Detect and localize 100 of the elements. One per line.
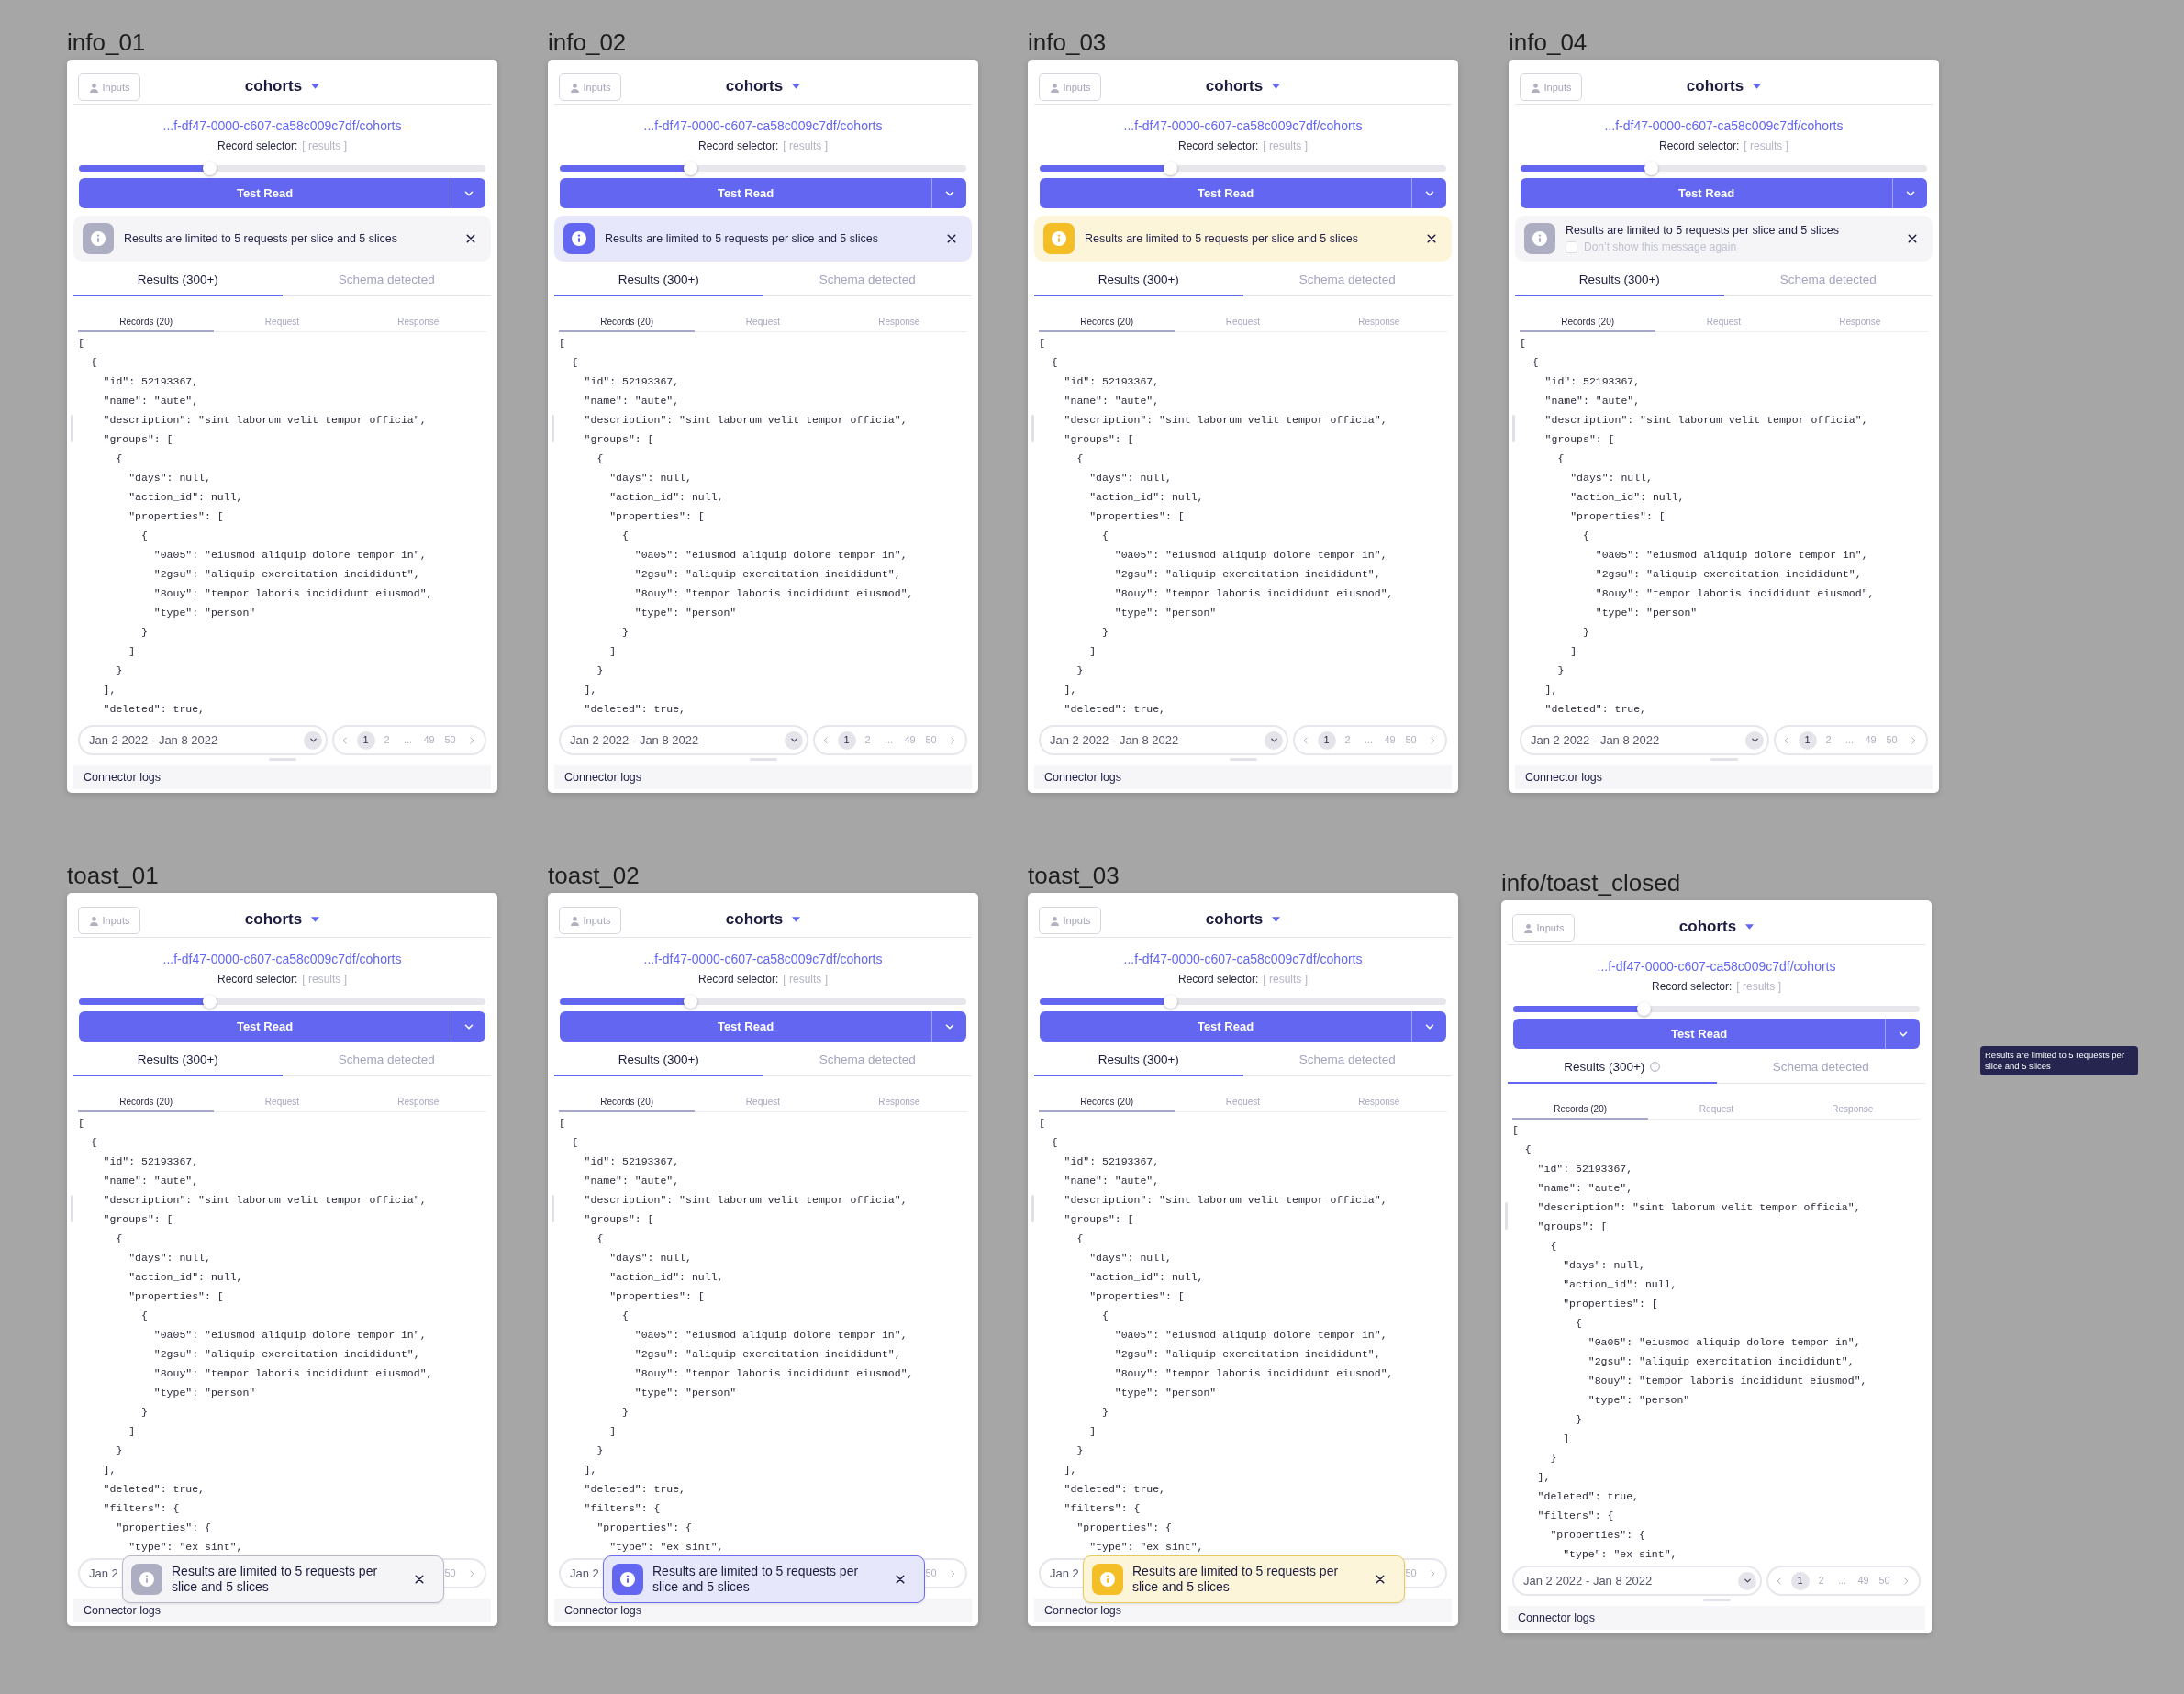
sub-tab[interactable]: Response bbox=[350, 316, 486, 332]
sub-tab[interactable]: Records (20) bbox=[1039, 316, 1176, 332]
tab[interactable]: Schema detected bbox=[763, 1044, 972, 1076]
inputs-button[interactable]: Inputs bbox=[1039, 73, 1101, 101]
url-link[interactable]: ...f-df47-0000-c607-ca58c009c7df/cohorts bbox=[1123, 951, 1363, 967]
dropdown-button[interactable] bbox=[931, 178, 966, 208]
close-icon[interactable] bbox=[946, 233, 957, 244]
stream-selector[interactable]: cohorts bbox=[244, 908, 320, 931]
test-read-button[interactable]: Test Read bbox=[560, 1011, 931, 1042]
page-button[interactable]: 50 bbox=[1882, 730, 1901, 750]
slider-thumb[interactable] bbox=[1644, 162, 1658, 175]
sub-tab[interactable]: Request bbox=[214, 316, 351, 332]
slider-thumb[interactable] bbox=[1163, 995, 1177, 1009]
info-icon[interactable] bbox=[1650, 1062, 1661, 1072]
inputs-button[interactable]: Inputs bbox=[78, 907, 140, 934]
page-button[interactable]: 50 bbox=[440, 1564, 460, 1583]
connector-logs-button[interactable]: Connector logs bbox=[1034, 765, 1452, 789]
tab[interactable]: Schema detected bbox=[1723, 264, 1933, 296]
close-icon[interactable] bbox=[1426, 233, 1437, 244]
connector-logs-button[interactable]: Connector logs bbox=[73, 765, 491, 789]
sub-tab[interactable]: Records (20) bbox=[1039, 1096, 1176, 1112]
sub-tab[interactable]: Request bbox=[695, 1096, 831, 1112]
stream-selector[interactable]: cohorts bbox=[1205, 74, 1281, 98]
tab[interactable]: Schema detected bbox=[1242, 1044, 1452, 1076]
inputs-button[interactable]: Inputs bbox=[78, 73, 140, 101]
date-range-picker[interactable]: Jan 2 2022 - Jan 8 2022 bbox=[1512, 1566, 1762, 1596]
stream-selector[interactable]: cohorts bbox=[1205, 908, 1281, 931]
url-link[interactable]: ...f-df47-0000-c607-ca58c009c7df/cohorts bbox=[162, 117, 402, 134]
sub-tab[interactable]: Request bbox=[1648, 1103, 1785, 1120]
page-button[interactable]: 2 bbox=[1819, 730, 1838, 750]
tab[interactable]: Schema detected bbox=[763, 264, 972, 296]
slider-thumb[interactable] bbox=[202, 162, 217, 175]
sub-tab[interactable]: Response bbox=[350, 1096, 486, 1112]
page-button[interactable]: 50 bbox=[1875, 1571, 1894, 1590]
dropdown-button[interactable] bbox=[451, 1011, 485, 1042]
url-link[interactable]: ...f-df47-0000-c607-ca58c009c7df/cohorts bbox=[1597, 958, 1836, 975]
dropdown-button[interactable] bbox=[451, 178, 485, 208]
sub-tab[interactable]: Request bbox=[1655, 316, 1792, 332]
tab[interactable]: Schema detected bbox=[282, 264, 491, 296]
sub-tab[interactable]: Records (20) bbox=[78, 1096, 215, 1112]
connector-logs-button[interactable]: Connector logs bbox=[1508, 1606, 1925, 1630]
sub-tab[interactable]: Response bbox=[830, 1096, 967, 1112]
page-button[interactable]: 50 bbox=[1401, 730, 1421, 750]
url-link[interactable]: ...f-df47-0000-c607-ca58c009c7df/cohorts bbox=[1604, 117, 1844, 134]
inputs-button[interactable]: Inputs bbox=[559, 907, 621, 934]
sub-tab[interactable]: Response bbox=[1310, 316, 1447, 332]
sub-tab[interactable]: Request bbox=[1175, 316, 1311, 332]
sub-tab[interactable]: Request bbox=[214, 1096, 351, 1112]
date-range-picker[interactable]: Jan 2 2022 - Jan 8 2022 bbox=[559, 725, 808, 755]
tab[interactable]: Results (300+) bbox=[554, 1044, 763, 1076]
tab[interactable]: Schema detected bbox=[1242, 264, 1452, 296]
inputs-button[interactable]: Inputs bbox=[1512, 914, 1575, 942]
test-read-button[interactable]: Test Read bbox=[560, 178, 931, 208]
page-button[interactable]: 50 bbox=[1401, 1564, 1421, 1583]
test-read-button[interactable]: Test Read bbox=[1521, 178, 1892, 208]
sub-tab[interactable]: Response bbox=[830, 316, 967, 332]
page-button[interactable]: 1 bbox=[1798, 730, 1817, 750]
close-icon[interactable] bbox=[895, 1574, 906, 1585]
connector-logs-button[interactable]: Connector logs bbox=[554, 765, 972, 789]
sub-tab[interactable]: Records (20) bbox=[559, 1096, 696, 1112]
url-link[interactable]: ...f-df47-0000-c607-ca58c009c7df/cohorts bbox=[1123, 117, 1363, 134]
date-range-picker[interactable]: Jan 2 2022 - Jan 8 2022 bbox=[1039, 725, 1288, 755]
test-read-button[interactable]: Test Read bbox=[1040, 1011, 1411, 1042]
stream-selector[interactable]: cohorts bbox=[244, 74, 320, 98]
sub-tab[interactable]: Records (20) bbox=[1520, 316, 1656, 332]
inputs-button[interactable]: Inputs bbox=[1520, 73, 1582, 101]
page-button[interactable]: 1 bbox=[1790, 1571, 1810, 1590]
tab[interactable]: Results (300+) bbox=[1515, 264, 1724, 296]
url-link[interactable]: ...f-df47-0000-c607-ca58c009c7df/cohorts bbox=[643, 117, 883, 134]
slider-thumb[interactable] bbox=[683, 162, 697, 175]
stream-selector[interactable]: cohorts bbox=[1686, 74, 1762, 98]
sub-tab[interactable]: Records (20) bbox=[78, 316, 215, 332]
sub-tab[interactable]: Response bbox=[1791, 316, 1928, 332]
page-button[interactable]: 1 bbox=[1317, 730, 1336, 750]
sub-tab[interactable]: Request bbox=[1175, 1096, 1311, 1112]
slider-thumb[interactable] bbox=[683, 995, 697, 1009]
date-range-picker[interactable]: Jan 2 2022 - Jan 8 2022 bbox=[1520, 725, 1769, 755]
slider-thumb[interactable] bbox=[1163, 162, 1177, 175]
stream-selector[interactable]: cohorts bbox=[1678, 915, 1755, 939]
close-icon[interactable] bbox=[414, 1574, 425, 1585]
tab[interactable]: Results (300+) bbox=[1034, 264, 1243, 296]
page-button[interactable]: 2 bbox=[1811, 1571, 1831, 1590]
tab[interactable]: Results (300+) bbox=[73, 264, 283, 296]
sub-tab[interactable]: Response bbox=[1310, 1096, 1447, 1112]
tab[interactable]: Schema detected bbox=[282, 1044, 491, 1076]
close-icon[interactable] bbox=[465, 233, 476, 244]
page-button[interactable]: 1 bbox=[356, 730, 375, 750]
stream-selector[interactable]: cohorts bbox=[725, 74, 801, 98]
tab[interactable]: Results (300+) bbox=[1508, 1052, 1717, 1084]
page-button[interactable]: 2 bbox=[858, 730, 877, 750]
tab[interactable]: Results (300+) bbox=[73, 1044, 283, 1076]
slider-thumb[interactable] bbox=[202, 995, 217, 1009]
inputs-button[interactable]: Inputs bbox=[1039, 907, 1101, 934]
page-button[interactable]: 1 bbox=[837, 730, 856, 750]
test-read-button[interactable]: Test Read bbox=[1513, 1019, 1885, 1049]
page-button[interactable]: 50 bbox=[440, 730, 460, 750]
test-read-button[interactable]: Test Read bbox=[79, 1011, 451, 1042]
test-read-button[interactable]: Test Read bbox=[1040, 178, 1411, 208]
dropdown-button[interactable] bbox=[1411, 178, 1446, 208]
stream-selector[interactable]: cohorts bbox=[725, 908, 801, 931]
